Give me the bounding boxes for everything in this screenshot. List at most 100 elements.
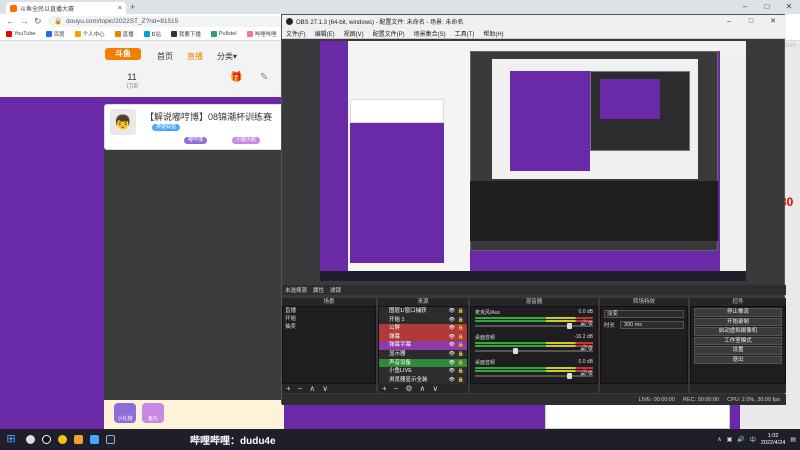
bookmark-baidu[interactable]: 百度: [45, 30, 65, 38]
source-item[interactable]: 小鱼LIVE 👁 🔒: [379, 367, 467, 376]
gift-icon[interactable]: 🎁: [230, 72, 242, 83]
steam-taskbar-icon[interactable]: [102, 429, 118, 450]
bookmark-bilibili[interactable]: B站: [143, 30, 161, 38]
source-item[interactable]: 显示器 👁 🔒: [379, 349, 467, 359]
search-icon[interactable]: [22, 429, 38, 450]
volume-slider[interactable]: [475, 373, 593, 379]
move-down-icon[interactable]: ∨: [322, 384, 328, 393]
chat-strip: [545, 402, 730, 429]
gift-item[interactable]: 小礼物: [114, 403, 136, 423]
maximize-icon[interactable]: □: [756, 0, 778, 14]
scene-item[interactable]: 直播: [283, 307, 375, 315]
bookmark-profile[interactable]: 个人中心: [74, 30, 105, 38]
app-taskbar-icon[interactable]: [86, 429, 102, 450]
source-item[interactable]: 图层1/窗口捕获 👁 🔒: [379, 307, 467, 316]
nav-home[interactable]: 首页: [157, 51, 173, 62]
properties-button[interactable]: 属性: [313, 286, 324, 294]
menu-edit[interactable]: 编辑(E): [315, 29, 335, 38]
nav-live[interactable]: 直播: [187, 51, 203, 62]
tag-streamer[interactable]: 嘟哼博: [184, 137, 208, 144]
nav-category[interactable]: 分类▾: [217, 51, 237, 62]
menu-file[interactable]: 文件(F): [286, 29, 306, 38]
bookmark-stop-stream[interactable]: 我要下播: [170, 30, 201, 38]
source-item[interactable]: 弹幕 👁 🔒: [379, 332, 467, 342]
stop-streaming-button[interactable]: 停止推流: [694, 308, 782, 317]
ime-icon[interactable]: 中: [750, 435, 756, 444]
obs-status-bar: LIVE: 00:00:00 REC: 00:00:00 CPU: 2.0%, …: [282, 394, 786, 405]
video-player[interactable]: [104, 150, 284, 400]
bookmark-youtube[interactable]: YouTube: [6, 31, 36, 37]
chrome-taskbar-icon[interactable]: [54, 429, 70, 450]
gear-icon[interactable]: ⚙: [405, 384, 412, 393]
scenes-header: 场景: [282, 298, 376, 306]
scenes-dock: 直播 开始 抽奖: [282, 306, 376, 384]
reload-icon[interactable]: ↻: [34, 16, 42, 27]
move-up-icon[interactable]: ∧: [420, 384, 426, 393]
maximize-icon[interactable]: □: [740, 15, 762, 28]
exit-button[interactable]: 退出: [694, 355, 782, 364]
settings-button[interactable]: 设置: [694, 346, 782, 355]
filters-button[interactable]: 滤镜: [330, 286, 341, 294]
bilibili-overlay-text: 哔哩哔哩：dudu4e: [190, 436, 276, 447]
douyu-logo[interactable]: 斗鱼: [105, 48, 141, 60]
minimize-icon[interactable]: –: [734, 0, 756, 14]
speaker-icon[interactable]: 🔊⚙: [580, 370, 593, 377]
edit-icon[interactable]: ✎: [260, 72, 268, 83]
gift-item[interactable]: 鱼丸: [142, 403, 164, 423]
clock[interactable]: 1:02 2022/4/24: [761, 433, 785, 447]
browser-tab[interactable]: 斗鱼全民以直播大赛 ×: [6, 2, 126, 14]
scene-item[interactable]: 抽奖: [283, 323, 375, 331]
windows-start-icon[interactable]: ⊞: [0, 429, 22, 450]
minimize-icon[interactable]: –: [718, 15, 740, 28]
new-tab-icon[interactable]: +: [130, 2, 140, 12]
remove-icon[interactable]: −: [298, 384, 303, 393]
menu-scene-collection[interactable]: 场景集合(S): [414, 29, 446, 38]
folder-taskbar-icon[interactable]: [70, 429, 86, 450]
source-item[interactable]: 声音设备 👁 🔒: [379, 358, 467, 368]
source-toolbar: 未选择源 属性 滤镜: [282, 285, 786, 295]
obs-menu-bar: 文件(F) 编辑(E) 视图(V) 配置文件(P) 场景集合(S) 工具(T) …: [282, 28, 786, 39]
scene-item[interactable]: 开始: [283, 315, 375, 323]
forward-icon[interactable]: →: [20, 16, 29, 26]
bookmark-live[interactable]: 直播: [114, 30, 134, 38]
source-item[interactable]: 公屏 👁 🔒: [379, 324, 467, 333]
tag-deer[interactable]: 小鹿大航: [232, 137, 261, 144]
menu-help[interactable]: 帮助(H): [483, 29, 503, 38]
volume-slider[interactable]: [475, 348, 593, 354]
tag-lol[interactable]: 英雄联盟: [152, 124, 181, 131]
studio-mode-button[interactable]: 工作室模式: [694, 336, 782, 345]
cpu-status: CPU: 2.0%, 30.00 fps: [727, 396, 780, 403]
menu-tools[interactable]: 工具(T): [455, 29, 475, 38]
close-icon[interactable]: ✕: [778, 0, 800, 14]
obs-preview[interactable]: [320, 41, 746, 281]
volume-icon[interactable]: 🔊: [737, 436, 744, 443]
bookmark-pullstel[interactable]: Pullstel: [210, 31, 237, 37]
menu-profile[interactable]: 配置文件(P): [373, 29, 405, 38]
start-virtual-camera-button[interactable]: 启动虚拟摄像机: [694, 327, 782, 336]
duration-input[interactable]: 300 ms: [620, 321, 684, 329]
start-recording-button[interactable]: 开始录制: [694, 317, 782, 326]
close-icon[interactable]: ✕: [762, 15, 784, 28]
add-icon[interactable]: +: [286, 384, 291, 393]
move-up-icon[interactable]: ∧: [309, 384, 315, 393]
close-tab-icon[interactable]: ×: [118, 5, 122, 12]
live-status: LIVE: 00:00:00: [638, 396, 676, 403]
source-item[interactable]: 开始 1 👁 🔒: [379, 315, 467, 325]
speaker-icon[interactable]: 🔊⚙: [580, 320, 593, 327]
volume-slider[interactable]: [475, 323, 593, 329]
bookmark-bilibili-2[interactable]: 哔哩哔哩: [246, 30, 277, 38]
browser-window-controls: – □ ✕: [734, 0, 800, 14]
speaker-icon[interactable]: 🔊⚙: [580, 345, 593, 352]
network-icon[interactable]: ▣: [727, 436, 733, 443]
source-item[interactable]: 弹幕字幕 👁 🔒: [379, 341, 467, 350]
add-icon[interactable]: +: [382, 384, 387, 393]
back-icon[interactable]: ←: [6, 16, 15, 26]
streamer-avatar[interactable]: 👦: [110, 109, 136, 135]
move-down-icon[interactable]: ∨: [432, 384, 438, 393]
menu-view[interactable]: 视图(V): [344, 29, 364, 38]
obs-taskbar-icon[interactable]: [38, 429, 54, 450]
notifications-icon[interactable]: ▤: [790, 436, 796, 443]
notification-arrow-icon[interactable]: ∧: [717, 436, 721, 443]
remove-icon[interactable]: −: [394, 384, 399, 393]
transition-select[interactable]: 淡变: [604, 310, 684, 318]
